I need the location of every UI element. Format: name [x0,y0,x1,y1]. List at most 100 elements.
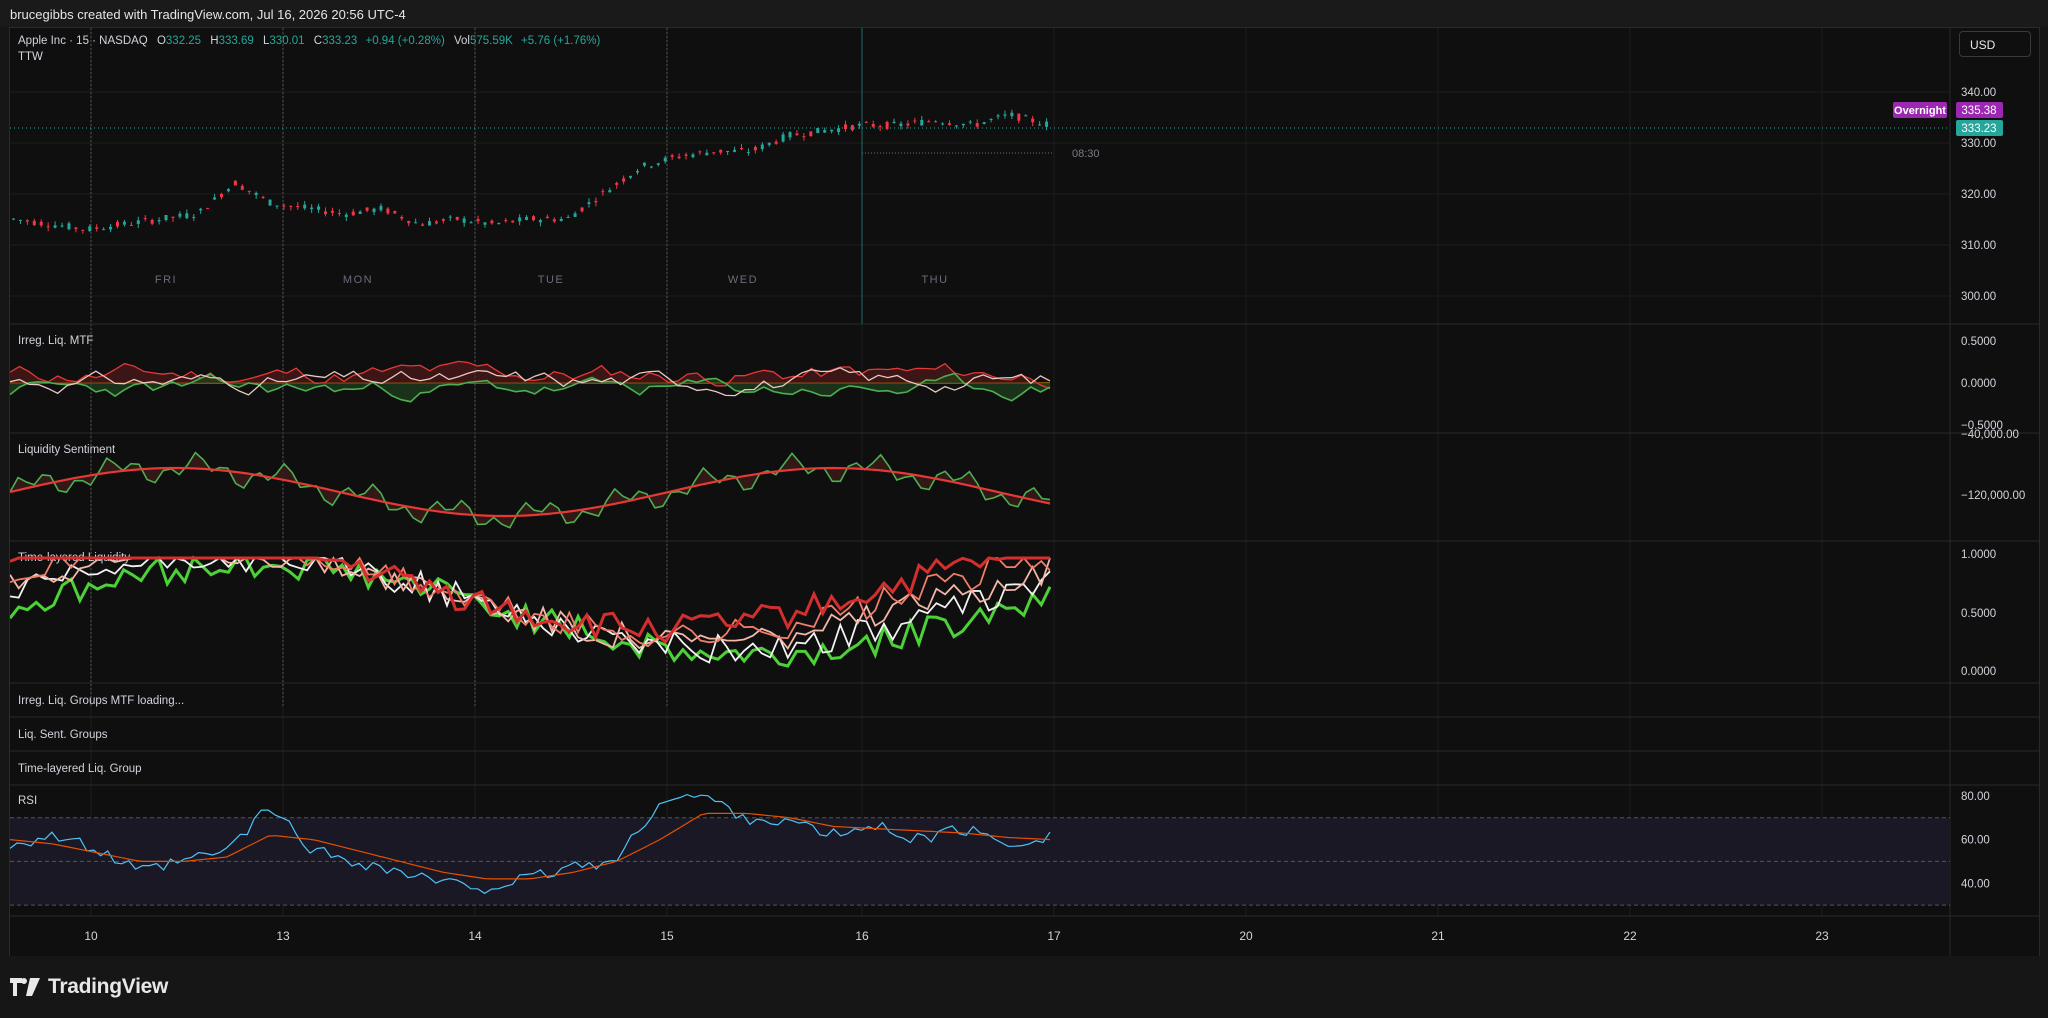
candle-body [330,210,334,213]
candle-body [740,147,743,150]
candle-body [25,220,29,222]
candle-body [573,213,577,217]
time-layered-series [10,555,1052,668]
rsi-tick: 40.00 [1961,878,1990,890]
volume-value: 575.59K [470,35,513,47]
candle-body [407,220,411,224]
time-tick: 14 [468,929,482,943]
high-value: 333.69 [219,35,254,47]
liq-sentiment-title[interactable]: Liquidity Sentiment [18,444,116,456]
close-value: 333.23 [322,35,357,47]
candle-body [781,134,785,142]
liq-sent-groups-title[interactable]: Liq. Sent. Groups [18,729,108,741]
candle-body [102,229,106,231]
time-tick: 22 [1623,929,1637,943]
time-tick: 10 [84,929,98,943]
candle-body [545,216,549,219]
candle-body [802,136,806,138]
candle-body [1031,118,1035,123]
candle-body [968,121,972,123]
session-separators [90,28,668,706]
candle-body [393,210,397,214]
candle-body [830,129,834,132]
candle-body [18,219,22,221]
candle-body [594,201,598,203]
time-tick: 13 [276,929,290,943]
candle-body [164,215,168,221]
chart-frame[interactable]: Apple Inc · 15 · NASDAQ O332.25 H333.69 … [9,27,2040,958]
time-tick: 16 [855,929,869,943]
price-tick-330: 330.00 [1961,138,1996,150]
day-label-fri: FRI [155,274,177,286]
candle-body [289,205,293,207]
candle-body [39,221,43,226]
tl-tick-1: 1.0000 [1961,549,1996,561]
day-label-tue: TUE [538,274,565,286]
candle-body [982,122,986,124]
candle-body [670,155,674,157]
irreg-liq-title[interactable]: Irreg. Liq. MTF [18,335,93,347]
currency-button[interactable]: USD [1959,31,2031,57]
liq-sentiment-series [10,451,1051,529]
candle-body [324,211,327,215]
candle-body [691,154,695,158]
sentiment-tick-neg40k: −40,000.00 [1961,429,2019,441]
time-layered-line-3 [10,556,1051,648]
symbol-name: Apple Inc · 15 · NASDAQ [18,35,148,47]
session-time-label: 08:30 [1072,148,1100,160]
candle-body [677,156,681,159]
candle-body [552,219,556,222]
indicator-ttw-label[interactable]: TTW [18,51,43,63]
candle-body [753,146,757,151]
candle-body [663,157,667,162]
candle-body [746,152,750,154]
candle-body [511,220,515,223]
candle-body [559,218,563,221]
candle-body [532,216,535,221]
candle-body [116,221,119,227]
candle-body [109,226,113,230]
symbol-legend[interactable]: Apple Inc · 15 · NASDAQ O332.25 H333.69 … [18,35,600,47]
candle-body [629,175,633,178]
candle-body [497,222,501,224]
candle-body [199,208,203,211]
candle-body [622,178,626,182]
rsi-tick: 60.00 [1961,835,1990,847]
time-layered-line-2 [10,556,1051,650]
tradingview-logo[interactable]: TradingView [10,974,168,1000]
candle-body [247,190,251,192]
candle-body [941,123,945,125]
candle-body [1024,115,1028,117]
irreg-groups-title[interactable]: Irreg. Liq. Groups MTF loading... [18,695,184,707]
candle-body [608,190,612,193]
time-tick: 21 [1431,929,1445,943]
candle-body [337,212,341,214]
candle-body [233,180,237,186]
candle-body [816,127,820,134]
time-layered-line-0 [10,555,1052,668]
candle-body [934,121,938,123]
sentiment-raw-line [10,451,1051,529]
candle-body [996,115,1000,117]
last-price-value: 333.23 [1961,123,1996,135]
low-value: 330.01 [269,35,304,47]
candle-body [240,185,244,190]
candle-body [95,227,99,229]
chart-svg[interactable]: Apple Inc · 15 · NASDAQ O332.25 H333.69 … [10,28,2039,957]
time-tick: 23 [1815,929,1829,943]
price-tick-320: 320.00 [1961,189,1996,201]
day-label-wed: WED [728,274,758,286]
candle-body [351,211,355,216]
tradingview-brand: TradingView [48,975,169,998]
rsi-title[interactable]: RSI [18,795,37,807]
candle-body [850,125,854,131]
time-tick: 15 [660,929,674,943]
candle-body [504,220,508,222]
candle-body [185,213,189,219]
candle-body [760,144,764,150]
time-layered-group-title[interactable]: Time-layered Liq. Group [18,763,142,775]
candle-body [206,208,210,210]
candle-body [12,218,15,220]
day-label-mon: MON [343,274,373,286]
close-label: C [314,35,322,47]
